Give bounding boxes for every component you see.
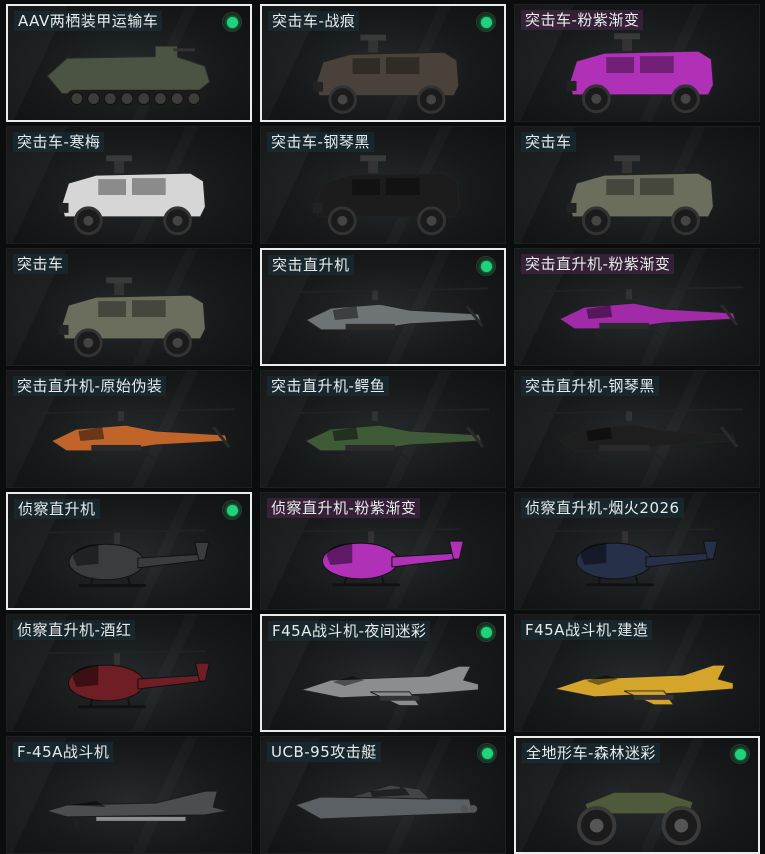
vehicle-skin-label: 突击直升机-原始伪装 <box>13 376 167 396</box>
owned-status-icon <box>476 256 496 276</box>
vehicle-skin-label: 突击车-钢琴黑 <box>267 132 374 152</box>
vehicle-skin-card[interactable]: 侦察直升机-粉紫渐变 <box>260 492 506 610</box>
vehicle-skin-label: 突击车-粉紫渐变 <box>521 10 644 30</box>
vehicle-skin-label: F-45A战斗机 <box>13 742 114 762</box>
vehicle-skin-label: 侦察直升机 <box>14 499 100 519</box>
vehicle-skin-label: 突击车-战痕 <box>268 11 360 31</box>
vehicle-skin-card[interactable]: 侦察直升机-烟火2026 <box>514 492 760 610</box>
vehicle-skin-card[interactable]: 突击车 <box>514 126 760 244</box>
vehicle-skin-label: F45A战斗机-夜间迷彩 <box>268 621 431 641</box>
vehicle-skin-card[interactable]: F-45A战斗机 <box>6 736 252 854</box>
vehicle-skin-card[interactable]: 侦察直升机-酒红 <box>6 614 252 732</box>
owned-status-icon <box>476 622 496 642</box>
vehicle-skin-card[interactable]: AAV两栖装甲运输车 <box>6 4 252 122</box>
vehicle-skin-label: 全地形车-森林迷彩 <box>522 743 660 763</box>
vehicle-skin-card[interactable]: 突击直升机 <box>260 248 506 366</box>
vehicle-skin-card[interactable]: 突击直升机-原始伪装 <box>6 370 252 488</box>
vehicle-skin-card[interactable]: F45A战斗机-建造 <box>514 614 760 732</box>
vehicle-skin-card[interactable]: 突击直升机-钢琴黑 <box>514 370 760 488</box>
vehicle-skin-card[interactable]: 侦察直升机 <box>6 492 252 610</box>
vehicle-skin-card[interactable]: F45A战斗机-夜间迷彩 <box>260 614 506 732</box>
vehicle-skin-grid: AAV两栖装甲运输车 突击车-战痕 突击车-粉紫渐变 突击车-寒梅 突击车-钢琴… <box>0 0 765 854</box>
owned-status-icon <box>222 500 242 520</box>
vehicle-skin-label: 侦察直升机-烟火2026 <box>521 498 684 518</box>
vehicle-skin-label: 突击直升机-钢琴黑 <box>521 376 659 396</box>
vehicle-skin-card[interactable]: 突击车-战痕 <box>260 4 506 122</box>
vehicle-skin-label: 突击直升机-粉紫渐变 <box>521 254 675 274</box>
vehicle-skin-label: 突击车 <box>521 132 576 152</box>
vehicle-skin-label: 突击直升机 <box>268 255 354 275</box>
vehicle-skin-label: 突击直升机-鳄鱼 <box>267 376 390 396</box>
owned-status-icon <box>730 744 750 764</box>
vehicle-skin-label: F45A战斗机-建造 <box>521 620 653 640</box>
vehicle-skin-card[interactable]: 全地形车-森林迷彩 <box>514 736 760 854</box>
vehicle-skin-label: AAV两栖装甲运输车 <box>14 11 163 31</box>
owned-status-icon <box>476 12 496 32</box>
vehicle-skin-card[interactable]: 突击车-粉紫渐变 <box>514 4 760 122</box>
vehicle-skin-label: 侦察直升机-酒红 <box>13 620 136 640</box>
owned-status-icon <box>477 743 497 763</box>
owned-status-icon <box>222 12 242 32</box>
vehicle-skin-card[interactable]: 突击直升机-鳄鱼 <box>260 370 506 488</box>
vehicle-skin-label: 突击车 <box>13 254 68 274</box>
vehicle-skin-label: UCB-95攻击艇 <box>267 742 381 762</box>
vehicle-skin-label: 突击车-寒梅 <box>13 132 105 152</box>
vehicle-skin-card[interactable]: 突击车 <box>6 248 252 366</box>
vehicle-skin-card[interactable]: 突击直升机-粉紫渐变 <box>514 248 760 366</box>
vehicle-skin-label: 侦察直升机-粉紫渐变 <box>267 498 421 518</box>
vehicle-skin-card[interactable]: 突击车-钢琴黑 <box>260 126 506 244</box>
vehicle-skin-card[interactable]: UCB-95攻击艇 <box>260 736 506 854</box>
vehicle-skin-card[interactable]: 突击车-寒梅 <box>6 126 252 244</box>
